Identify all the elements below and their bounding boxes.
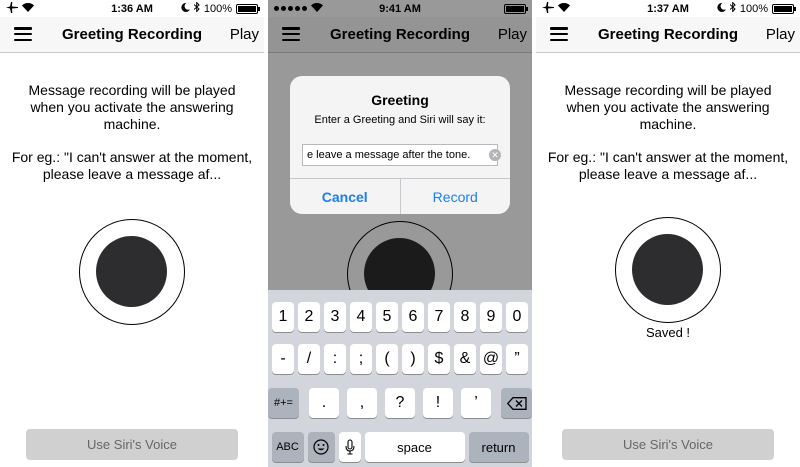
battery-fill <box>238 5 256 12</box>
battery-icon <box>772 3 796 14</box>
keyboard-key[interactable]: ; <box>350 344 372 374</box>
record-dot <box>632 234 703 305</box>
keyboard-key[interactable]: . <box>309 388 339 418</box>
backspace-icon <box>506 396 527 410</box>
keyboard-key[interactable]: 2 <box>298 302 320 332</box>
space-key[interactable]: space <box>364 432 465 462</box>
info-message: Message recording will be played when yo… <box>564 82 772 132</box>
wifi-icon <box>22 2 34 15</box>
status-bar: 1:36 AM 100% <box>0 0 264 17</box>
keyboard-row-symbols: - /:;() $ & @” <box>268 344 532 374</box>
phone-screen-3: 1:37 AM 100% Greeting Recording Play Mes… <box>536 0 800 467</box>
keyboard-key[interactable]: - <box>272 344 294 374</box>
bluetooth-icon <box>193 1 200 15</box>
keyboard-key[interactable]: 6 <box>402 302 424 332</box>
play-button[interactable]: Play <box>766 26 795 43</box>
keyboard-key[interactable]: ? <box>385 388 415 418</box>
example-text: For eg.: "I can't answer at the moment, … <box>11 149 253 182</box>
record-dialog-button[interactable]: Record <box>401 179 511 214</box>
bluetooth-icon <box>729 1 736 15</box>
greeting-alert-dialog: Greeting Enter a Greeting and Siri will … <box>290 76 510 214</box>
emoji-key[interactable] <box>307 432 335 462</box>
keyboard-row-bottom: ABC space return <box>268 432 532 462</box>
status-bar: 9:41 AM <box>268 0 532 17</box>
keyboard-key[interactable]: & <box>454 344 476 374</box>
airplane-icon <box>6 1 18 16</box>
keyboard-key[interactable]: 1 <box>272 302 294 332</box>
keyboard-key[interactable]: ” <box>506 344 528 374</box>
keyboard-key[interactable]: $ <box>428 344 450 374</box>
keyboard: 1234567890 - /:;() $ & @” #+= .,?! ’ ABC spac… <box>268 290 532 467</box>
keyboard-row-numbers: 1234567890 <box>268 302 532 332</box>
keyboard-row-punctuation: #+= .,?! ’ <box>268 388 532 418</box>
keyboard-key[interactable]: / <box>298 344 320 374</box>
page-title: Greeting Recording <box>61 26 203 43</box>
navigation-bar: Greeting Recording Play <box>536 17 800 53</box>
backspace-key[interactable] <box>501 388 532 418</box>
return-key[interactable]: return <box>468 432 529 462</box>
clear-text-icon[interactable]: ✕ <box>489 149 501 161</box>
phone-screen-1: 1:36 AM 100% Greeting Recording Play Mes… <box>0 0 264 467</box>
keyboard-key[interactable]: 5 <box>376 302 398 332</box>
moon-icon <box>181 2 190 15</box>
signal-icon <box>274 6 307 11</box>
keyboard-key[interactable]: 4 <box>350 302 372 332</box>
navigation-bar: Greeting Recording Play <box>0 17 264 53</box>
battery-percent: 100% <box>203 2 232 15</box>
abc-key[interactable]: ABC <box>271 432 304 462</box>
play-button[interactable]: Play <box>230 26 259 43</box>
greeting-text-field[interactable]: e leave a message after the tone. <box>302 144 498 166</box>
keyboard-key[interactable]: 7 <box>428 302 450 332</box>
keyboard-key[interactable]: , <box>347 388 377 418</box>
cancel-button[interactable]: Cancel <box>290 179 401 214</box>
keyboard-key[interactable]: ’ <box>461 388 491 418</box>
keyboard-key[interactable]: @ <box>480 344 502 374</box>
status-bar: 1:37 AM 100% <box>536 0 800 17</box>
airplane-icon <box>542 1 554 16</box>
use-siri-voice-button[interactable]: Use Siri's Voice <box>562 429 774 460</box>
emoji-icon <box>313 439 329 455</box>
wifi-icon <box>558 2 570 15</box>
keyboard-key[interactable]: ! <box>423 388 453 418</box>
record-button[interactable] <box>79 219 185 325</box>
keyboard-key[interactable]: 8 <box>454 302 476 332</box>
keyboard-key[interactable]: 3 <box>324 302 346 332</box>
battery-percent: 100% <box>739 2 768 15</box>
page-title: Greeting Recording <box>597 26 739 43</box>
dictation-key[interactable] <box>338 432 361 462</box>
microphone-icon <box>344 439 355 455</box>
battery-icon <box>236 3 260 14</box>
moon-icon <box>717 2 726 15</box>
keyboard-key[interactable]: ( <box>376 344 398 374</box>
record-button[interactable] <box>615 217 721 323</box>
record-dot <box>96 236 167 307</box>
saved-status: Saved ! <box>645 325 691 340</box>
keyboard-key[interactable]: ) <box>402 344 424 374</box>
battery-icon <box>504 3 528 14</box>
more-symbols-key[interactable]: #+= <box>268 388 299 418</box>
keyboard-key[interactable]: 9 <box>480 302 502 332</box>
example-text: For eg.: "I can't answer at the moment, … <box>547 149 789 182</box>
use-siri-voice-button[interactable]: Use Siri's Voice <box>26 429 238 460</box>
keyboard-key[interactable]: : <box>324 344 346 374</box>
battery-fill <box>774 5 792 12</box>
alert-title: Greeting <box>371 92 429 108</box>
phone-screen-2: Greeting Recording Play 9:41 AM Greeting… <box>268 0 532 467</box>
wifi-icon <box>311 2 323 15</box>
battery-fill <box>506 5 524 12</box>
alert-message: Enter a Greeting and Siri will say it: <box>314 114 486 126</box>
info-message: Message recording will be played when yo… <box>28 82 236 132</box>
keyboard-key[interactable]: 0 <box>506 302 528 332</box>
